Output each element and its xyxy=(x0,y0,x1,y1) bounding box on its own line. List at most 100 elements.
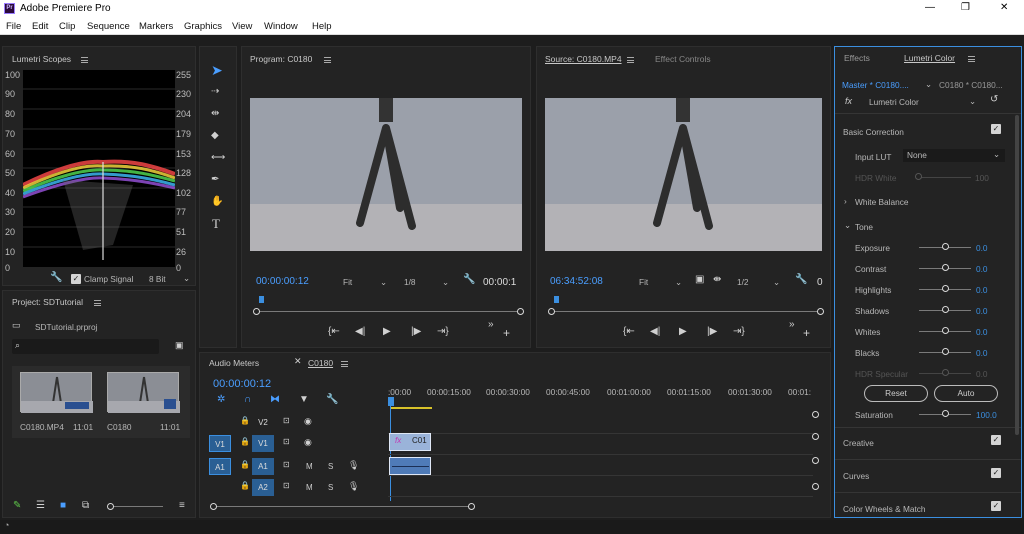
vertical-scroll-knob[interactable] xyxy=(812,433,819,440)
source-timecode[interactable]: 06:34:52:08 xyxy=(550,276,603,287)
project-search-input[interactable]: ⌕ xyxy=(12,339,159,354)
sync-lock-icon[interactable]: ⊡ xyxy=(283,438,290,446)
playhead-marker[interactable] xyxy=(259,296,264,303)
clamp-signal-checkbox[interactable]: ✓ xyxy=(71,274,81,284)
reset-effect-icon[interactable]: ↺ xyxy=(990,95,998,105)
chevron-right-icon[interactable]: › xyxy=(844,196,847,206)
menu-sequence[interactable]: Sequence xyxy=(87,21,130,32)
slip-tool-icon[interactable]: ⟷ xyxy=(211,153,225,163)
tab-effect-controls[interactable]: Effect Controls xyxy=(655,54,711,64)
tab-audio-meters[interactable]: Audio Meters xyxy=(209,358,259,368)
tab-lumetri-color[interactable]: Lumetri Color xyxy=(904,53,955,63)
section-white-balance[interactable]: White Balance xyxy=(855,197,909,207)
go-to-out-icon[interactable]: ⇥} xyxy=(733,327,745,337)
saturation-value[interactable]: 100.0 xyxy=(976,410,997,420)
menu-graphics[interactable]: Graphics xyxy=(184,21,222,32)
selection-tool-icon[interactable]: ➤ xyxy=(211,63,223,77)
razor-icon[interactable]: ◆ xyxy=(211,131,219,141)
microphone-icon[interactable]: 🎙 xyxy=(348,482,359,491)
lock-icon[interactable]: 🔒 xyxy=(240,438,250,446)
fit-select[interactable]: Fit xyxy=(639,277,648,287)
wrench-icon[interactable]: 🔧 xyxy=(795,275,807,285)
lock-icon[interactable]: 🔒 xyxy=(240,461,250,469)
vertical-scroll-bottom[interactable] xyxy=(812,483,819,490)
icon-view-icon[interactable]: ■ xyxy=(60,501,66,511)
chevron-down-icon[interactable]: ⌄ xyxy=(969,96,976,106)
pen-tool-icon[interactable]: ✒ xyxy=(211,175,219,185)
scrub-start-knob[interactable] xyxy=(253,308,260,315)
scroll-end-knob[interactable] xyxy=(468,503,475,510)
creative-checkbox[interactable]: ✓ xyxy=(991,435,1001,445)
lock-icon[interactable]: 🔒 xyxy=(240,417,250,425)
scrub-end-knob[interactable] xyxy=(817,308,824,315)
resolution-select[interactable]: 1/8 xyxy=(404,277,416,287)
go-to-in-icon[interactable]: {⇤ xyxy=(328,327,340,337)
panel-menu-icon[interactable] xyxy=(341,361,348,367)
project-title[interactable]: Project: SDTutorial xyxy=(12,297,83,307)
work-area-bar[interactable] xyxy=(390,407,432,409)
menu-icon[interactable]: ≡ xyxy=(179,501,185,511)
section-creative[interactable]: Creative xyxy=(843,438,874,448)
timeline-playhead[interactable] xyxy=(388,397,394,406)
maximize-icon[interactable]: ❐ xyxy=(961,2,970,13)
control-knob[interactable] xyxy=(942,348,949,355)
auto-button[interactable]: Auto xyxy=(934,385,998,402)
panel-menu-icon[interactable] xyxy=(81,57,88,63)
solo-button[interactable]: S xyxy=(328,462,333,471)
zoom-knob[interactable] xyxy=(107,503,114,510)
menu-help[interactable]: Help xyxy=(312,21,332,32)
control-value[interactable]: 0.0 xyxy=(976,285,988,295)
type-tool-icon[interactable]: T xyxy=(212,217,220,230)
sync-lock-icon[interactable]: ⊡ xyxy=(283,461,290,469)
section-color-wheels[interactable]: Color Wheels & Match xyxy=(843,504,926,514)
wrench-icon[interactable]: 🔧 xyxy=(463,275,475,285)
track-name[interactable]: V2 xyxy=(252,414,274,431)
track-name[interactable]: A2 xyxy=(252,479,274,496)
chevron-down-icon[interactable]: ⌄ xyxy=(442,277,449,287)
panel-menu-icon[interactable] xyxy=(627,57,634,63)
step-back-icon[interactable]: ◀| xyxy=(355,327,365,337)
hand-tool-icon[interactable]: ✋ xyxy=(211,197,223,207)
menu-window[interactable]: Window xyxy=(264,21,298,32)
drag-audio-icon[interactable]: ⇼ xyxy=(713,275,721,285)
linked-selection-icon[interactable]: ⧓ xyxy=(270,395,280,405)
add-button-icon[interactable]: + xyxy=(803,327,810,339)
scroll-start-knob[interactable] xyxy=(210,503,217,510)
control-knob[interactable] xyxy=(942,285,949,292)
timeline-timecode[interactable]: 00:00:00:12 xyxy=(213,378,271,390)
source-scrub-bar[interactable] xyxy=(552,311,820,312)
add-button-icon[interactable]: + xyxy=(503,327,510,339)
more-controls-icon[interactable]: » xyxy=(488,320,494,330)
marker-icon[interactable]: ▼ xyxy=(299,395,309,405)
chevron-down-icon[interactable]: ⌄ xyxy=(844,220,851,230)
scrub-start-knob[interactable] xyxy=(548,308,555,315)
control-knob[interactable] xyxy=(942,327,949,334)
saturation-knob[interactable] xyxy=(942,410,949,417)
lock-icon[interactable]: 🔒 xyxy=(240,482,250,490)
mute-button[interactable]: M xyxy=(306,462,313,471)
menu-markers[interactable]: Markers xyxy=(139,21,173,32)
ripple-edit-icon[interactable]: ⇹ xyxy=(211,109,219,119)
control-knob[interactable] xyxy=(942,264,949,271)
wrench-icon[interactable]: 🔧 xyxy=(326,395,338,405)
target-track-a1[interactable]: A1 xyxy=(209,458,231,475)
scopes-title[interactable]: Lumetri Scopes xyxy=(12,54,71,64)
sync-lock-icon[interactable]: ⊡ xyxy=(283,482,290,490)
freeform-view-icon[interactable]: ⧉ xyxy=(82,501,89,511)
snap-icon[interactable]: ∩ xyxy=(244,395,251,405)
more-controls-icon[interactable]: » xyxy=(789,320,795,330)
video-clip[interactable]: fx C01 xyxy=(389,433,431,451)
chevron-down-icon[interactable]: ⌄ xyxy=(773,277,780,287)
section-tone[interactable]: Tone xyxy=(855,222,873,232)
zoom-slider[interactable] xyxy=(108,506,163,507)
control-value[interactable]: 0.0 xyxy=(976,306,988,316)
solo-button[interactable]: S xyxy=(328,483,333,492)
control-value[interactable]: 0.0 xyxy=(976,327,988,337)
close-icon[interactable]: ✕ xyxy=(294,357,302,366)
chevron-down-icon[interactable]: ⌄ xyxy=(183,273,190,283)
control-knob[interactable] xyxy=(942,243,949,250)
curves-checkbox[interactable]: ✓ xyxy=(991,468,1001,478)
chevron-down-icon[interactable]: ⌄ xyxy=(380,277,387,287)
panel-menu-icon[interactable] xyxy=(324,57,331,63)
tab-source[interactable]: Source: C0180.MP4 xyxy=(545,54,622,64)
